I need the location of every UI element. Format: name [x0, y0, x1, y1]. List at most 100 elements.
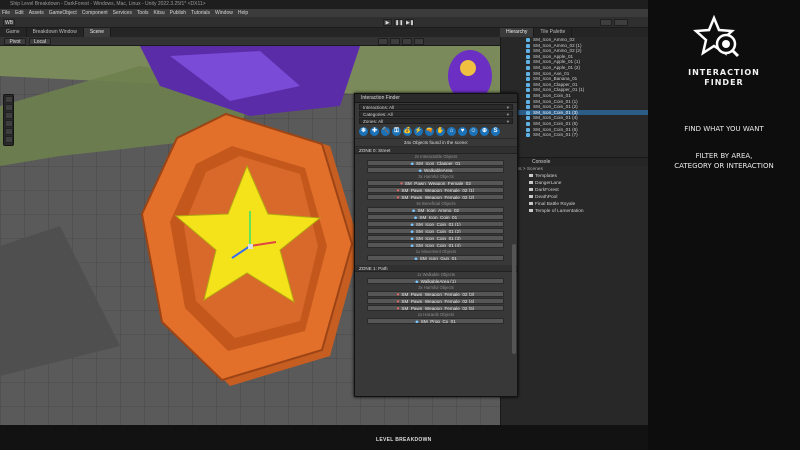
object-button[interactable]: ◆ SM_Icon_Coin_01 — [367, 214, 504, 220]
category-filter-icon[interactable]: ⊕ — [480, 127, 489, 136]
category-filter-icon[interactable]: ✋ — [436, 127, 445, 136]
step-button[interactable]: ▶❚ — [405, 19, 414, 26]
object-button-label: SM_Icon_Gun_01 — [419, 256, 457, 261]
layers-button[interactable] — [600, 19, 612, 26]
hierarchy-row-label: SM_Icon_Coin_01 (2) — [533, 104, 578, 110]
prefab-cube-icon — [526, 99, 530, 104]
object-button[interactable]: ◆ SM_Icon_Coin_01 (1) — [367, 221, 504, 227]
prefab-cube-icon — [526, 77, 530, 82]
object-button-label: SM_Pawn_Weapon_Female_02 (5) — [401, 306, 475, 311]
category-filter-icon[interactable]: ⚡ — [414, 127, 423, 136]
hierarchy-row-label: SM_Icon_Coin_01 (6) — [533, 126, 578, 132]
zones-dropdown[interactable]: Zones: All ▾ — [359, 118, 513, 124]
console-tab[interactable]: Console — [500, 157, 648, 166]
menu-item-tutorials[interactable]: Tutorials — [191, 9, 210, 17]
project-item[interactable]: DeathPool — [501, 194, 648, 201]
object-button[interactable]: ◆ SM_Prop_Cx_01 — [367, 318, 504, 324]
category-filter-icon[interactable]: ✚ — [370, 127, 379, 136]
persp-toggle-icon[interactable] — [390, 38, 400, 45]
object-button[interactable]: ♥ SM_Pawn_Weapon_Female_02 (5) — [367, 305, 504, 311]
menu-item-window[interactable]: Window — [215, 9, 233, 17]
menu-item-assets[interactable]: Assets — [29, 9, 44, 17]
prefab-cube-icon — [526, 60, 530, 65]
object-button[interactable]: ♥ SM_Pawn_Weapon_Female_02 — [367, 180, 504, 186]
pivot-dropdown[interactable]: Pivot — [4, 38, 26, 45]
category-filter-icon[interactable]: 💰 — [403, 127, 412, 136]
object-button[interactable]: ◆ SM_Icon_Coin_01 (4) — [367, 242, 504, 248]
finder-scrollbar[interactable] — [512, 244, 516, 354]
category-filter-icon[interactable]: ❄ — [359, 127, 368, 136]
rotate-tool-icon[interactable] — [4, 112, 13, 119]
chevron-down-icon: ▾ — [506, 119, 509, 124]
object-button[interactable]: ◆ SM_Icon_Gun_01 — [367, 255, 504, 261]
hierarchy-row-label: SM_Icon_Coin_01 (1) — [533, 98, 578, 104]
menu-item-tools[interactable]: Tools — [137, 9, 149, 17]
prefab-cube-icon — [526, 133, 530, 138]
category-filter-icon[interactable]: ⚿ — [392, 127, 401, 136]
space-dropdown[interactable]: Local — [29, 38, 51, 45]
project-item[interactable]: DangerLane — [501, 180, 648, 187]
hierarchy-row[interactable]: SM_Icon_Coin_01 (7) — [501, 132, 648, 138]
interactions-dropdown[interactable]: Interactions: All ▾ — [359, 104, 513, 110]
category-filter-icon[interactable]: 🔫 — [425, 127, 434, 136]
finder-title[interactable]: Interaction Finder — [355, 94, 517, 103]
object-button[interactable]: ♥ SM_Pawn_Weapon_Female_02 (4) — [367, 298, 504, 304]
zone-header[interactable]: ZONE 1: Path — [355, 265, 517, 272]
project-item[interactable]: Templates — [501, 173, 648, 180]
object-button[interactable]: ♥ SM_Pawn_Weapon_Female_02 (1) — [367, 187, 504, 193]
pause-button[interactable]: ❚❚ — [394, 19, 403, 26]
object-button[interactable]: ◆ SM_Icon_Clapper_01 — [367, 160, 504, 166]
category-filter-icon[interactable]: S — [491, 127, 500, 136]
gizmo-toggle-icon[interactable] — [378, 38, 388, 45]
audio-toggle-icon[interactable] — [414, 38, 424, 45]
categories-dropdown[interactable]: Categories: All ▾ — [359, 111, 513, 117]
object-button[interactable]: ◆ SM_Icon_Coin_01 (2) — [367, 228, 504, 234]
object-button-label: SM_Pawn_Weapon_Female_02 (1) — [401, 188, 475, 193]
project-item[interactable]: Temple of Lamentation — [501, 208, 648, 215]
menu-item-publish[interactable]: Publish — [170, 9, 186, 17]
hierarchy-row-label: SM_Icon_Coin_01 (5) — [533, 120, 578, 126]
category-filter-icon[interactable]: ⌂ — [447, 127, 456, 136]
transform-tool-icon[interactable] — [4, 136, 13, 143]
project-breadcrumb[interactable]: Assets > Scenes — [501, 166, 648, 173]
rect-tool-icon[interactable] — [4, 128, 13, 135]
object-button[interactable]: ◆ WalkableArea — [367, 167, 504, 173]
account-button[interactable]: WB — [3, 19, 15, 26]
harmful-icon: ♥ — [396, 299, 400, 304]
menu-item-edit[interactable]: Edit — [15, 9, 24, 17]
zone-header[interactable]: ZONE 0: Street — [355, 147, 517, 154]
tab-scene[interactable]: Scene — [83, 28, 111, 37]
category-filter-icon[interactable]: ☺ — [469, 127, 478, 136]
lighting-toggle-icon[interactable] — [402, 38, 412, 45]
menu-item-file[interactable]: File — [2, 9, 10, 17]
prefab-cube-icon — [526, 105, 530, 110]
object-icon: ◆ — [413, 215, 418, 220]
layout-button[interactable] — [614, 19, 628, 26]
hand-tool-icon[interactable] — [4, 96, 13, 103]
object-button[interactable]: ♥ SM_Pawn_Weapon_Female_02 (3) — [367, 291, 504, 297]
object-button[interactable]: ◆ SM_Icon_Ammo_02 — [367, 207, 504, 213]
category-filter-icon[interactable]: ♥ — [458, 127, 467, 136]
scene-file-icon — [529, 181, 533, 185]
scale-tool-icon[interactable] — [4, 120, 13, 127]
menu-item-kitsu[interactable]: Kitsu — [154, 9, 165, 17]
tab-game[interactable]: Game — [0, 28, 27, 37]
tab-breakdown-window[interactable]: Breakdown Window — [27, 28, 84, 37]
tab-hierarchy[interactable]: Hierarchy — [500, 28, 535, 37]
menu-item-services[interactable]: Services — [113, 9, 132, 17]
move-tool-icon[interactable] — [4, 104, 13, 111]
scene-file-icon — [529, 195, 533, 199]
interaction-finder-window: Interaction Finder Interactions: All ▾ Ca… — [354, 93, 518, 397]
category-filter-icon[interactable]: 🔨 — [381, 127, 390, 136]
menu-item-help[interactable]: Help — [238, 9, 248, 17]
object-button[interactable]: ◆ WalkableArea (1) — [367, 278, 504, 284]
object-icon: ◆ — [410, 222, 414, 227]
menu-item-component[interactable]: Component — [82, 9, 108, 17]
menu-item-gameobject[interactable]: GameObject — [49, 9, 77, 17]
object-button[interactable]: ♥ SM_Pawn_Weapon_Female_02 (2) — [367, 194, 504, 200]
tab-tile-palette[interactable]: Tile Palette — [534, 28, 573, 37]
play-button[interactable]: ▶ — [383, 19, 392, 26]
project-item[interactable]: DarkForest — [501, 187, 648, 194]
project-item[interactable]: Final Battle Royale — [501, 201, 648, 208]
object-button[interactable]: ◆ SM_Icon_Coin_01 (3) — [367, 235, 504, 241]
